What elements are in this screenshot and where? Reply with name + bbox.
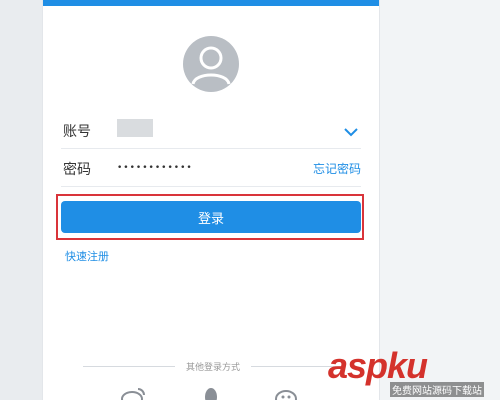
qq-icon[interactable] bbox=[203, 386, 219, 400]
password-row: 密码 忘记密码 bbox=[61, 150, 361, 187]
password-label: 密码 bbox=[63, 162, 91, 178]
user-icon bbox=[191, 46, 231, 85]
forgot-password-link[interactable]: 忘记密码 bbox=[313, 160, 361, 177]
watermark-logo: aspku 免费网站源码下载站 bbox=[328, 346, 498, 400]
wechat-icon[interactable] bbox=[275, 386, 299, 400]
avatar bbox=[183, 36, 239, 92]
watermark-tagline: 免费网站源码下载站 bbox=[390, 382, 484, 397]
top-bar bbox=[43, 0, 379, 6]
quick-register-link[interactable]: 快速注册 bbox=[65, 248, 109, 264]
chevron-down-icon[interactable] bbox=[344, 122, 358, 141]
weibo-icon[interactable] bbox=[121, 386, 147, 400]
divider bbox=[83, 366, 175, 367]
login-screen: 账号 密码 忘记密码 登录 快速注册 其他登录方式 bbox=[42, 0, 380, 400]
password-field[interactable] bbox=[117, 159, 257, 177]
account-label: 账号 bbox=[63, 124, 91, 140]
other-login-methods-label: 其他登录方式 bbox=[185, 363, 240, 373]
watermark-logo-text: aspku bbox=[328, 345, 428, 386]
background-panel bbox=[378, 0, 500, 400]
account-input[interactable] bbox=[117, 119, 153, 137]
login-button[interactable]: 登录 bbox=[61, 201, 361, 233]
account-row: 账号 bbox=[61, 112, 361, 149]
